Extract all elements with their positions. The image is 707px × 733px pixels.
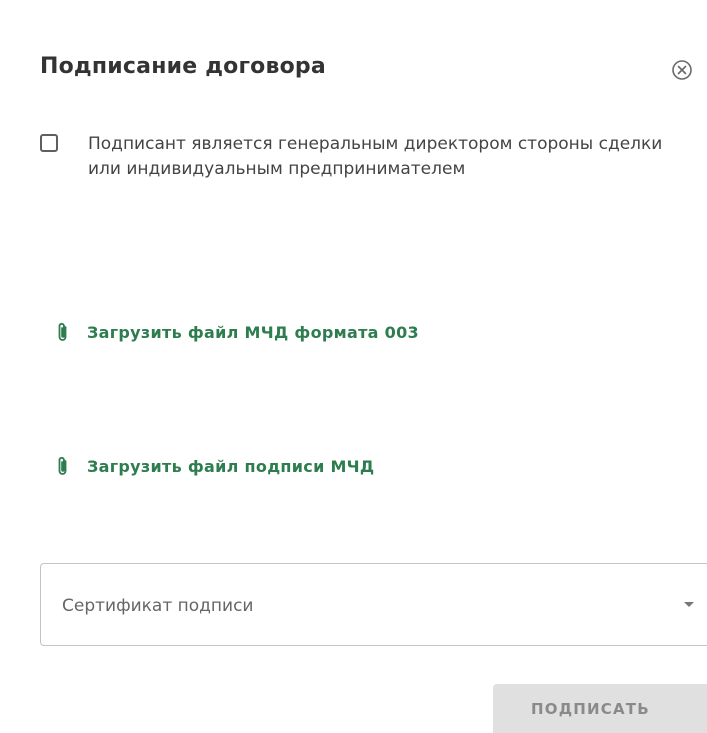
close-icon[interactable] — [671, 59, 693, 81]
sign-button[interactable]: ПОДПИСАТЬ — [493, 684, 707, 733]
upload-mchd-file-link[interactable]: Загрузить файл МЧД формата 003 — [55, 320, 419, 344]
general-director-checkbox[interactable] — [40, 134, 58, 152]
upload-mchd-file-label[interactable]: Загрузить файл МЧД формата 003 — [87, 323, 419, 342]
sign-contract-dialog: Подписание договора Подписант является г… — [0, 0, 707, 733]
general-director-checkbox-label[interactable]: Подписант является генеральным директоро… — [88, 132, 698, 182]
upload-mchd-signature-link[interactable]: Загрузить файл подписи МЧД — [55, 454, 374, 478]
certificate-select-placeholder: Сертификат подписи — [62, 596, 254, 616]
upload-mchd-signature-label[interactable]: Загрузить файл подписи МЧД — [87, 457, 374, 476]
certificate-select[interactable]: Сертификат подписи — [40, 563, 707, 646]
caret-down-icon[interactable] — [684, 602, 694, 607]
dialog-title: Подписание договора — [40, 54, 326, 79]
paperclip-icon — [58, 456, 67, 475]
paperclip-icon — [58, 322, 67, 341]
